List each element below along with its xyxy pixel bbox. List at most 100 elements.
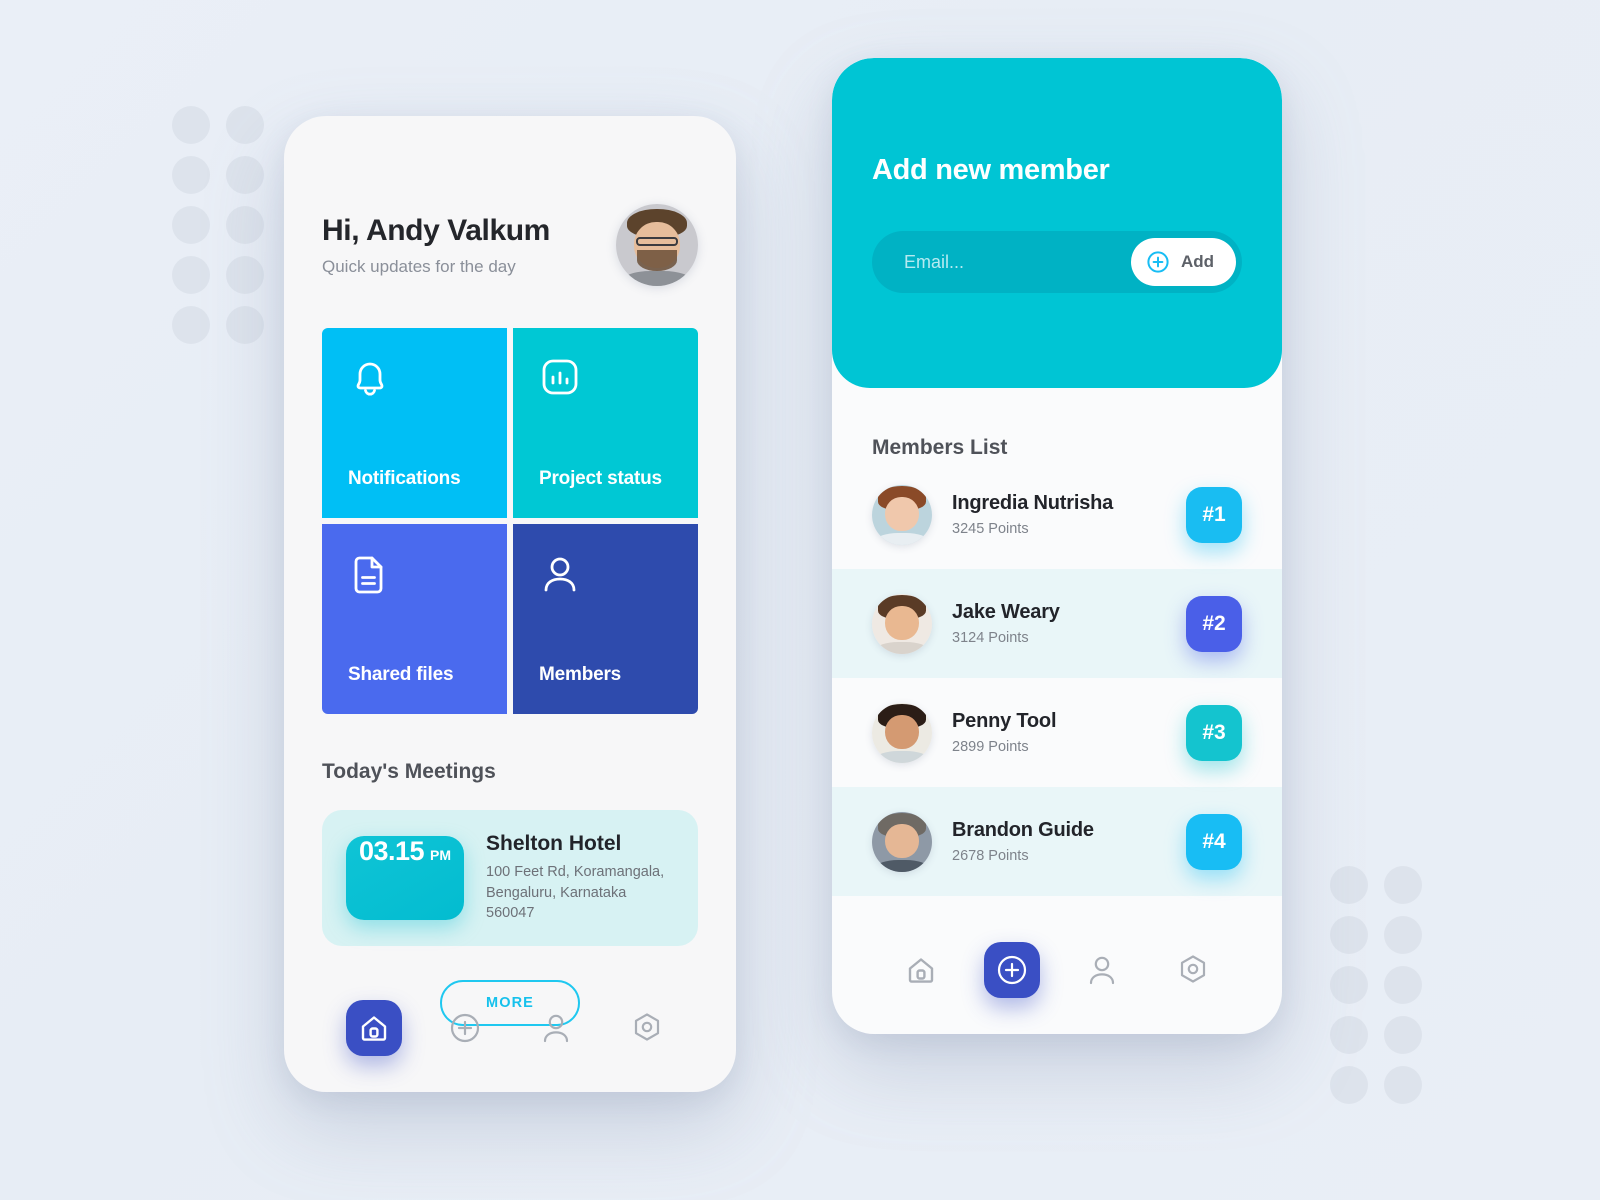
circle-plus-icon bbox=[1147, 251, 1169, 273]
member-name: Ingredia Nutrisha bbox=[952, 492, 1114, 514]
add-member-button[interactable]: Add bbox=[1130, 238, 1236, 286]
bottom-nav-dashboard bbox=[284, 964, 736, 1092]
decorative-dot-grid-right bbox=[1330, 866, 1430, 1104]
member-info: Brandon Guide 2678 Points bbox=[952, 819, 1166, 864]
bell-icon bbox=[348, 356, 481, 402]
rank-badge: #3 bbox=[1186, 704, 1242, 761]
dot bbox=[1330, 966, 1368, 1004]
members-screen: Add new member Email... Add Members List bbox=[832, 58, 1282, 1034]
dot bbox=[1384, 866, 1422, 904]
tile-label: Members bbox=[539, 664, 622, 685]
nav-add[interactable] bbox=[983, 942, 1040, 998]
meeting-ampm: PM bbox=[430, 846, 452, 863]
meetings-section-title: Today's Meetings bbox=[322, 760, 496, 783]
members-list-title: Members List bbox=[872, 436, 1008, 459]
member-row[interactable]: Jake Weary 3124 Points #2 bbox=[832, 569, 1282, 678]
dot bbox=[1384, 1066, 1422, 1104]
dot bbox=[226, 106, 264, 144]
member-name: Brandon Guide bbox=[952, 819, 1094, 841]
dot bbox=[1384, 1016, 1422, 1054]
dashboard-screen: Hi, Andy Valkum Quick updates for the da… bbox=[284, 116, 736, 1092]
person-icon bbox=[1090, 956, 1115, 985]
tile-members[interactable]: Members bbox=[513, 524, 698, 714]
dot bbox=[226, 156, 264, 194]
plus-icon bbox=[997, 955, 1026, 985]
email-input[interactable]: Email... bbox=[904, 252, 1131, 273]
rank-badge: #2 bbox=[1186, 595, 1242, 652]
settings-hexagon-icon bbox=[634, 1013, 659, 1041]
tile-shared-files[interactable]: Shared files bbox=[322, 524, 507, 714]
rank-badge: #1 bbox=[1186, 486, 1242, 543]
meeting-card[interactable]: 03.15 PM Shelton Hotel 100 Feet Rd, Kora… bbox=[322, 810, 698, 946]
email-input-row[interactable]: Email... Add bbox=[872, 231, 1242, 293]
member-row[interactable]: Penny Tool 2899 Points #3 bbox=[832, 678, 1282, 787]
settings-hexagon-icon bbox=[1180, 955, 1205, 983]
dot bbox=[226, 306, 264, 344]
app-canvas: Hi, Andy Valkum Quick updates for the da… bbox=[0, 0, 1600, 1200]
member-info: Jake Weary 3124 Points bbox=[952, 601, 1166, 646]
dot bbox=[1384, 966, 1422, 1004]
avatar bbox=[872, 702, 932, 763]
member-row[interactable]: Ingredia Nutrisha 3245 Points #1 bbox=[832, 460, 1282, 569]
greeting-block: Hi, Andy Valkum Quick updates for the da… bbox=[322, 214, 550, 277]
decorative-dot-grid-left bbox=[172, 106, 272, 344]
meeting-time-chip: 03.15 PM bbox=[346, 835, 464, 920]
nav-settings[interactable] bbox=[1165, 942, 1221, 998]
add-member-header: Add new member Email... Add bbox=[832, 58, 1282, 388]
nav-home[interactable] bbox=[893, 942, 949, 998]
page-subtitle: Quick updates for the day bbox=[322, 256, 516, 276]
member-points: 2899 Points bbox=[952, 739, 1029, 755]
glasses bbox=[635, 236, 679, 246]
add-member-title: Add new member bbox=[872, 154, 1110, 186]
tile-notifications[interactable]: Notifications bbox=[322, 328, 507, 518]
home-icon bbox=[361, 1016, 386, 1041]
person-icon bbox=[543, 1014, 568, 1043]
dot bbox=[172, 106, 210, 144]
members-list: Ingredia Nutrisha 3245 Points #1 Jake We… bbox=[832, 460, 1282, 896]
nav-home[interactable] bbox=[345, 1000, 402, 1056]
nav-settings[interactable] bbox=[619, 1000, 675, 1056]
avatar[interactable] bbox=[616, 204, 698, 286]
dot bbox=[226, 256, 264, 294]
meeting-name: Shelton Hotel bbox=[486, 832, 622, 855]
bar-chart-icon bbox=[539, 356, 672, 398]
tile-label: Notifications bbox=[348, 468, 461, 489]
avatar bbox=[872, 593, 932, 654]
dot bbox=[1330, 1016, 1368, 1054]
meeting-address: 100 Feet Rd, Koramangala, Bengaluru, Kar… bbox=[486, 862, 674, 924]
tile-label: Project status bbox=[539, 468, 662, 489]
tile-label: Shared files bbox=[348, 664, 454, 685]
dot bbox=[172, 156, 210, 194]
member-row[interactable]: Brandon Guide 2678 Points #4 bbox=[832, 787, 1282, 896]
member-info: Penny Tool 2899 Points bbox=[952, 710, 1166, 755]
page-title: Hi, Andy Valkum bbox=[322, 213, 550, 247]
avatar bbox=[872, 484, 932, 545]
member-name: Penny Tool bbox=[952, 710, 1057, 732]
meeting-details: Shelton Hotel 100 Feet Rd, Koramangala, … bbox=[486, 832, 674, 924]
dot bbox=[1384, 916, 1422, 954]
meeting-time: 03.15 bbox=[358, 835, 425, 866]
quick-actions-grid: Notifications Project status Shared file… bbox=[322, 328, 698, 714]
member-points: 3245 Points bbox=[952, 521, 1029, 537]
dot bbox=[1330, 866, 1368, 904]
avatar bbox=[872, 811, 932, 872]
bottom-nav-members bbox=[832, 906, 1282, 1034]
dot bbox=[1330, 1066, 1368, 1104]
meeting-address-line2: Bengaluru, Karnataka 560047 bbox=[486, 884, 627, 922]
document-icon bbox=[348, 552, 481, 598]
dot bbox=[172, 256, 210, 294]
dot bbox=[1330, 916, 1368, 954]
plus-icon bbox=[450, 1013, 479, 1043]
tile-project-status[interactable]: Project status bbox=[513, 328, 698, 518]
person-icon bbox=[539, 552, 672, 598]
nav-profile[interactable] bbox=[1074, 942, 1130, 998]
nav-add[interactable] bbox=[437, 1000, 493, 1056]
member-name: Jake Weary bbox=[952, 601, 1060, 623]
add-button-label: Add bbox=[1180, 252, 1214, 271]
dot bbox=[226, 206, 264, 244]
member-points: 3124 Points bbox=[952, 630, 1029, 646]
dashboard-header: Hi, Andy Valkum Quick updates for the da… bbox=[284, 116, 736, 286]
nav-profile[interactable] bbox=[528, 1000, 584, 1056]
rank-badge: #4 bbox=[1186, 813, 1242, 870]
member-info: Ingredia Nutrisha 3245 Points bbox=[952, 492, 1166, 537]
